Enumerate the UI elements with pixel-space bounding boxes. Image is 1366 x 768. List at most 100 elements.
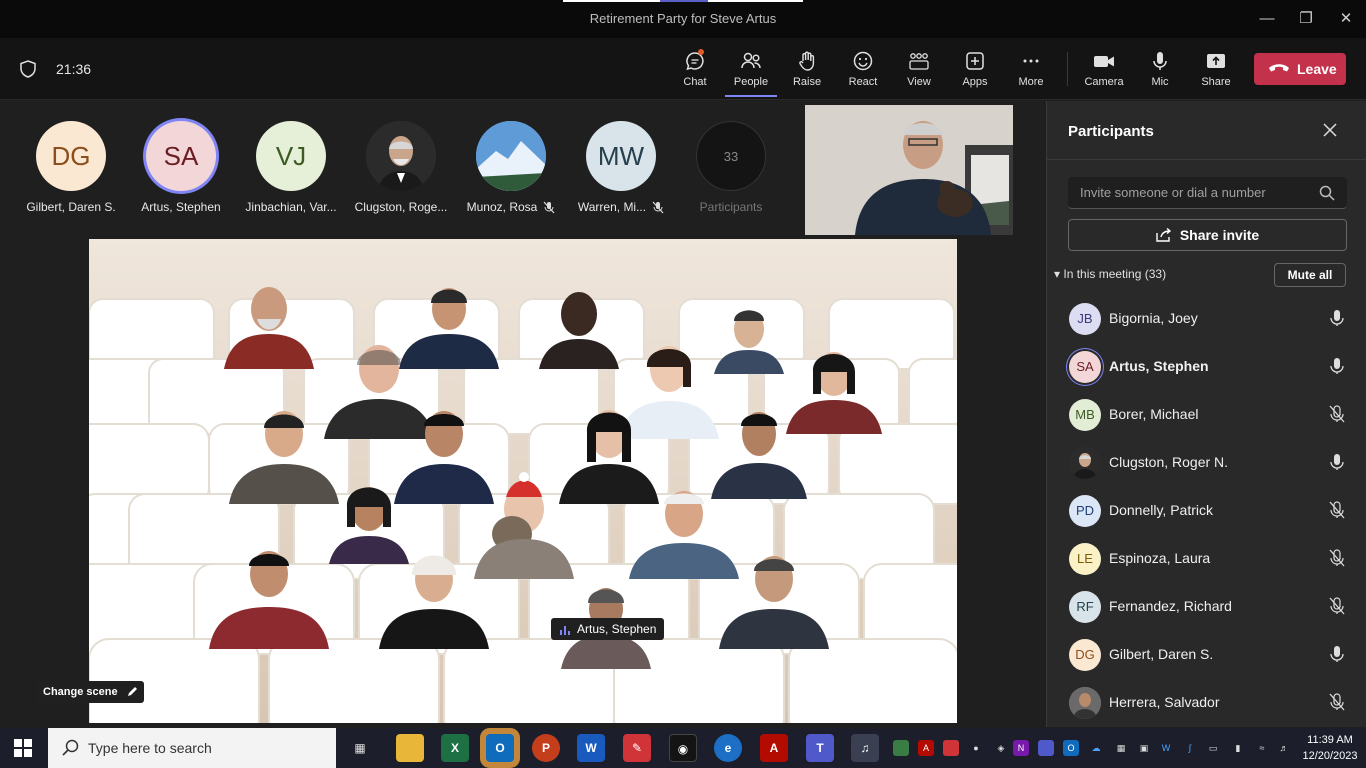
pdf-tool-icon[interactable]: ✎: [623, 734, 651, 762]
change-scene-button[interactable]: Change scene: [37, 681, 144, 703]
chat-button[interactable]: Chat: [667, 48, 723, 96]
mic-status-muted[interactable]: [1329, 405, 1345, 428]
system-clock[interactable]: 11:39 AM 12/20/2023: [1300, 732, 1360, 764]
avatar-initials: SA: [163, 141, 199, 171]
tray-volume-icon[interactable]: ♬: [1276, 740, 1292, 756]
participants-overflow-button[interactable]: 33: [696, 121, 766, 191]
share-icon: [1156, 227, 1171, 242]
mic-status-muted[interactable]: [1329, 597, 1345, 620]
mic-status-on[interactable]: [1329, 645, 1345, 668]
camera-label: Camera: [1084, 76, 1124, 88]
participant-row[interactable]: LE Espinoza, Laura: [1047, 535, 1365, 583]
leave-button[interactable]: Leave: [1254, 53, 1346, 85]
apps-button[interactable]: Apps: [947, 48, 1003, 96]
raise-hand-button[interactable]: Raise: [779, 48, 835, 96]
avatar-warren[interactable]: MW: [586, 121, 656, 191]
excel-icon[interactable]: X: [441, 734, 469, 762]
participant-row[interactable]: PD Donnelly, Patrick: [1047, 487, 1365, 535]
people-button[interactable]: People: [723, 48, 779, 97]
close-icon[interactable]: ✕: [1334, 8, 1358, 30]
participant-name: Borer, Michael: [1109, 406, 1199, 422]
self-video-preview[interactable]: [805, 105, 1013, 235]
edge-icon[interactable]: e: [714, 734, 742, 762]
mic-status-on[interactable]: [1329, 357, 1345, 380]
tray-acrobat-icon[interactable]: A: [918, 740, 934, 756]
participant-name: Clugston, Roger N.: [1109, 454, 1229, 470]
react-button[interactable]: React: [835, 48, 891, 96]
mic-button[interactable]: Mic: [1132, 48, 1188, 96]
teams-icon[interactable]: T: [806, 734, 834, 762]
self-video-scene: [805, 105, 1013, 235]
taskbar-search[interactable]: Type here to search: [48, 728, 336, 768]
tray-onedrive-icon[interactable]: ☁: [1088, 740, 1104, 756]
tray-teams-icon[interactable]: [1038, 740, 1054, 756]
camera-button[interactable]: Camera: [1076, 48, 1132, 96]
share-invite-button[interactable]: Share invite: [1068, 219, 1347, 251]
avatar-clugston[interactable]: [366, 121, 436, 191]
active-app-icon[interactable]: ♫: [851, 734, 879, 762]
webex-icon[interactable]: ◉: [669, 734, 697, 762]
mic-icon: [1330, 454, 1344, 470]
view-button[interactable]: View: [891, 48, 947, 96]
participant-row[interactable]: JB Bigornia, Joey: [1047, 295, 1365, 343]
minimize-icon[interactable]: —: [1255, 8, 1279, 30]
tray-key-icon[interactable]: [943, 740, 959, 756]
task-view-icon[interactable]: ▦: [346, 734, 374, 762]
participant-row[interactable]: MB Borer, Michael: [1047, 391, 1365, 439]
windows-start-icon[interactable]: [14, 739, 32, 757]
avatar-jinbachian[interactable]: VJ: [256, 121, 326, 191]
mute-all-button[interactable]: Mute all: [1274, 263, 1346, 287]
mic-status-muted[interactable]: [1329, 501, 1345, 524]
more-button[interactable]: More: [1003, 48, 1059, 96]
mountain-photo: [476, 121, 546, 191]
tray-display-icon[interactable]: ▭: [1205, 740, 1221, 756]
meeting-timer: 21:36: [56, 61, 92, 77]
participant-row[interactable]: SA Artus, Stephen: [1047, 343, 1365, 391]
close-icon[interactable]: [1323, 123, 1337, 137]
participant-name: Herrera, Salvador: [1109, 694, 1220, 710]
file-explorer-icon[interactable]: [396, 734, 424, 762]
avatar-artus[interactable]: SA: [146, 121, 216, 191]
tray-battery-icon[interactable]: ▮: [1230, 740, 1246, 756]
in-meeting-section-toggle[interactable]: ▾ In this meeting (33): [1054, 267, 1166, 281]
mic-status-muted[interactable]: [1329, 549, 1345, 572]
outlook-icon[interactable]: O: [486, 734, 514, 762]
mic-status-on[interactable]: [1329, 309, 1345, 332]
speaker-name-tag: Artus, Stephen: [551, 618, 665, 640]
audio-level-icon: [560, 626, 570, 635]
participant-initials: DG: [1075, 647, 1095, 662]
mic-off-icon: [543, 201, 555, 214]
participant-name: Artus, Stephen: [1109, 358, 1209, 374]
participant-row[interactable]: Clugston, Roger N.: [1047, 439, 1365, 487]
avatar-munoz[interactable]: [476, 121, 546, 191]
participant-row[interactable]: Herrera, Salvador: [1047, 679, 1365, 727]
tray-wifi-icon[interactable]: ≈: [1254, 740, 1270, 756]
tray-bluetooth-icon[interactable]: ∫: [1182, 740, 1198, 756]
tray-onenote-icon[interactable]: N: [1013, 740, 1029, 756]
maximize-icon[interactable]: ❐: [1294, 8, 1318, 30]
participant-name: Fernandez, Richard: [1109, 598, 1232, 614]
participant-avatar: PD: [1069, 495, 1101, 527]
mic-status-muted[interactable]: [1329, 693, 1345, 716]
invite-input[interactable]: [1068, 177, 1347, 209]
tray-sync-icon[interactable]: ▣: [1136, 740, 1152, 756]
acrobat-icon[interactable]: A: [760, 734, 788, 762]
tray-outlook-icon[interactable]: O: [1063, 740, 1079, 756]
powerpoint-icon[interactable]: P: [532, 734, 560, 762]
tray-mic-icon[interactable]: ●: [968, 740, 984, 756]
participant-row[interactable]: DG Gilbert, Daren S.: [1047, 631, 1365, 679]
together-mode-scene[interactable]: [89, 239, 957, 723]
smiley-icon: [853, 51, 873, 71]
participant-row[interactable]: RF Fernandez, Richard: [1047, 583, 1365, 631]
tray-icon-1[interactable]: [893, 740, 909, 756]
mic-status-on[interactable]: [1329, 453, 1345, 476]
share-button[interactable]: Share: [1188, 48, 1244, 96]
avatar-gilbert[interactable]: DG: [36, 121, 106, 191]
tray-network-app-icon[interactable]: ▦: [1113, 740, 1129, 756]
avatar-name: Clugston, Roge...: [354, 200, 448, 214]
camera-icon: [1094, 56, 1114, 67]
tray-shield-icon[interactable]: ◈: [993, 740, 1009, 756]
search-placeholder: Type here to search: [88, 740, 212, 756]
tray-wave-icon[interactable]: W: [1158, 740, 1174, 756]
word-icon[interactable]: W: [577, 734, 605, 762]
